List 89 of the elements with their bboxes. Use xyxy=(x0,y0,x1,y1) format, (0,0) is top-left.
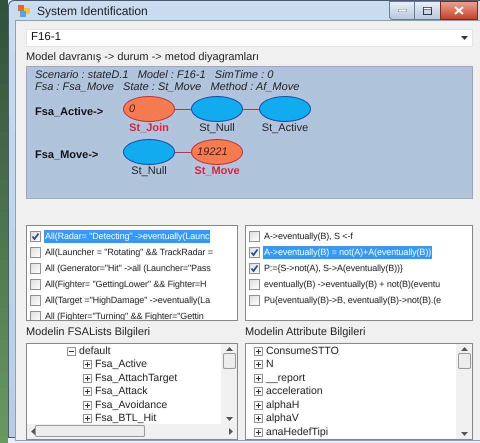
tree-item[interactable]: Fsa_AttachTarget xyxy=(95,372,178,385)
close-button[interactable] xyxy=(440,1,478,20)
state-label: St_Null xyxy=(131,165,167,178)
checkbox[interactable] xyxy=(249,278,260,290)
list-item[interactable]: All(Fighter= "GettingLower" && Fighter=H xyxy=(44,278,208,290)
expand-toggle[interactable] xyxy=(83,360,92,370)
model-dropdown[interactable]: F16-1 xyxy=(26,29,473,47)
left-arrow-icon xyxy=(31,428,35,434)
up-arrow-icon xyxy=(226,346,232,350)
connector-line xyxy=(243,109,259,110)
expand-toggle[interactable] xyxy=(254,346,263,356)
tree-item[interactable]: ConsumeSTTO xyxy=(266,344,339,358)
info-line: Scenario : stateD.1 Model : F16-1 SimTime : 0 xyxy=(35,69,274,81)
horizontal-scrollbar[interactable] xyxy=(27,424,237,438)
expand-toggle[interactable] xyxy=(254,374,263,383)
vertical-scrollbar[interactable] xyxy=(221,344,237,424)
minimize-icon xyxy=(398,9,406,12)
expand-toggle[interactable] xyxy=(83,374,92,383)
tree-item[interactable]: N xyxy=(266,358,274,372)
tree-item[interactable]: Fsa_Active xyxy=(95,358,147,372)
list-item[interactable]: All(Launcher = "Rotating" && TrackRadar = xyxy=(44,246,214,258)
tree-item[interactable]: alphaH xyxy=(266,398,300,412)
up-arrow-icon xyxy=(460,346,468,350)
state-label: St_Active xyxy=(262,122,308,135)
checkbox[interactable] xyxy=(249,294,260,306)
minimize-button[interactable] xyxy=(389,1,415,20)
list-item[interactable]: Pu{eventually(B)->B, eventually(B)->not(B).(e xyxy=(263,294,442,306)
scroll-thumb[interactable] xyxy=(35,425,145,437)
connector-line xyxy=(175,109,191,110)
scroll-thumb[interactable] xyxy=(222,352,236,368)
tree-label: Modelin Attribute Bilgileri xyxy=(245,325,366,340)
expand-toggle[interactable] xyxy=(254,360,263,370)
expand-toggle[interactable] xyxy=(83,414,92,424)
section-label: Model davranış -> durum -> metod diyagramları xyxy=(26,50,260,64)
expand-toggle[interactable] xyxy=(254,414,263,424)
checkbox[interactable] xyxy=(249,246,260,258)
tree-item[interactable]: acceleration xyxy=(266,385,323,398)
expand-toggle[interactable] xyxy=(83,387,92,396)
state-node[interactable] xyxy=(259,96,311,122)
tree-item[interactable]: Fsa_Attack xyxy=(95,385,148,398)
checkbox[interactable] xyxy=(249,230,260,242)
checkbox[interactable] xyxy=(30,246,41,258)
checkbox[interactable] xyxy=(30,278,41,290)
list-item[interactable]: All (Fighter="Turning" && Fighter="Gettin xyxy=(44,310,205,320)
close-icon xyxy=(454,6,464,15)
tree-item[interactable]: __report xyxy=(266,372,306,385)
state-node[interactable] xyxy=(191,96,243,122)
list-item[interactable]: eventually(B) ->eventually(B) + not(B)(eventu xyxy=(263,278,442,290)
checkbox[interactable] xyxy=(30,310,41,320)
tree-item[interactable]: Fsa_BTL_Hit xyxy=(95,412,156,424)
state-node[interactable] xyxy=(123,139,175,165)
maximize-button[interactable] xyxy=(415,1,440,20)
checkbox[interactable] xyxy=(30,262,41,274)
tree-item[interactable]: default xyxy=(79,344,111,358)
dropdown-arrow-icon xyxy=(461,36,468,40)
down-arrow-icon xyxy=(226,416,232,420)
fsa-label: Fsa_Move-> xyxy=(35,148,100,163)
checkbox[interactable] xyxy=(249,262,260,274)
expand-toggle[interactable] xyxy=(254,387,263,396)
app-icon xyxy=(17,4,31,18)
window-title: System Identification xyxy=(37,2,148,20)
fsa-label: Fsa_Active-> xyxy=(35,105,104,120)
state-node[interactable]: 0 xyxy=(123,96,175,122)
state-label: St_Move xyxy=(194,165,240,178)
check-icon xyxy=(31,232,40,240)
list-item[interactable]: A->eventually(B), S <-f xyxy=(263,230,354,242)
vertical-scrollbar[interactable] xyxy=(456,344,472,438)
collapse-toggle[interactable] xyxy=(67,346,76,356)
list-item[interactable]: All (Generator="Hit" ->all (Launcher="Pass xyxy=(44,262,212,274)
checkbox[interactable] xyxy=(30,294,41,306)
tree-item[interactable]: Fsa_Avoidance xyxy=(95,398,168,412)
tree-item[interactable]: alphaV xyxy=(266,412,299,426)
info-line: Fsa : Fsa_Move State : St_Move Method : Af_Move xyxy=(35,81,300,93)
down-arrow-icon xyxy=(460,432,468,436)
tree-item[interactable]: anaHedefTipi xyxy=(266,426,328,438)
list-item[interactable]: All(Target ="HighDamage" ->eventually(La xyxy=(44,294,211,306)
state-node[interactable]: 19221 xyxy=(191,139,243,165)
scroll-thumb[interactable] xyxy=(458,352,470,368)
right-arrow-icon xyxy=(229,428,233,434)
expand-toggle[interactable] xyxy=(254,428,263,437)
list-item[interactable]: P:={S->not(A), S->A(eventually(B))} xyxy=(263,262,404,274)
state-label: St_Join xyxy=(129,122,169,135)
checkbox[interactable] xyxy=(30,230,41,242)
connector-line xyxy=(175,152,191,153)
maximize-icon xyxy=(423,6,432,14)
tree-label: Modelin FSALists Bilgileri xyxy=(26,325,152,340)
expand-toggle[interactable] xyxy=(83,400,92,410)
state-label: St_Null xyxy=(199,122,235,135)
expand-toggle[interactable] xyxy=(254,400,263,410)
